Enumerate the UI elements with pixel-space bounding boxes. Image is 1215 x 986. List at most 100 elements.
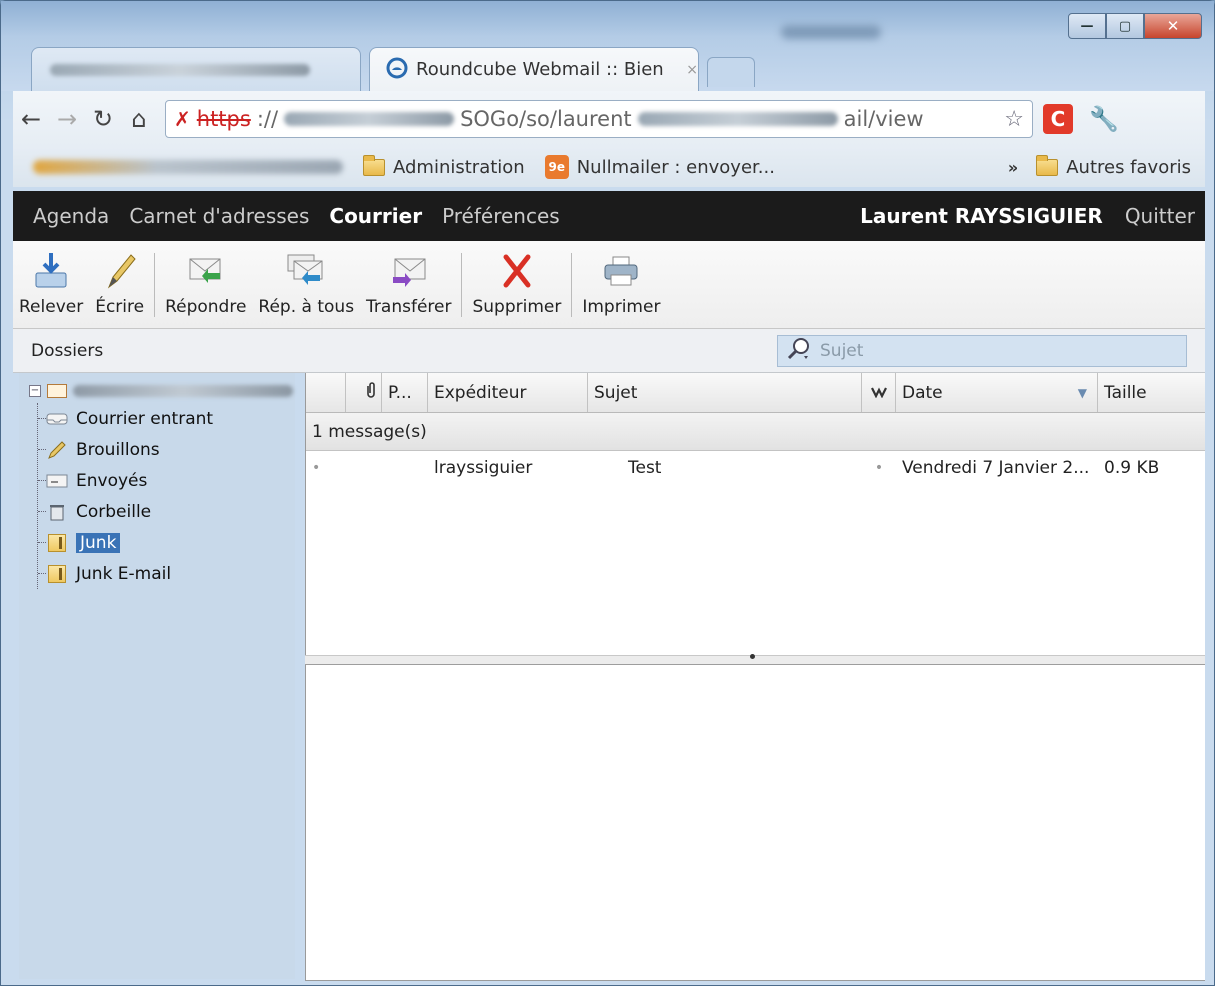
bookmark-other[interactable]: Autres favoris [1036,154,1191,178]
tab-title: Roundcube Webmail :: Bien [416,59,664,80]
reply-button[interactable]: Répondre [159,249,252,317]
tab-blurred[interactable] [31,47,361,91]
col-priority[interactable]: P... [382,373,428,412]
extension-icon[interactable]: C [1043,104,1073,134]
message-row[interactable]: • lrayssiguier Test • Vendredi 7 Janvier… [306,451,1205,485]
col-sender[interactable]: Expéditeur [428,373,588,412]
col-label: Taille [1104,382,1147,403]
thread-icon [870,383,888,403]
nav-mail[interactable]: Courrier [329,204,422,228]
delete-label: Supprimer [472,297,562,317]
address-bar[interactable]: ✗ https:// SOGo/so/laurent ail/view ☆ [165,100,1033,138]
get-mail-icon [31,249,71,293]
url-path: SOGo/so/laurent [460,107,632,131]
splitter-grip-icon[interactable] [750,654,755,659]
nullmailer-icon: 9e [544,155,569,179]
title-bar: Roundcube Webmail :: Bien × — ▢ ✕ [1,1,1214,91]
forward-label: Transférer [366,297,452,317]
folder-sent[interactable]: Envoyés [38,465,293,496]
tab-roundcube[interactable]: Roundcube Webmail :: Bien × [369,47,699,91]
reload-icon[interactable]: ↻ [85,101,121,137]
col-thread[interactable] [862,373,896,412]
folder-list: Courrier entrant Brouillons Envoyés Corb… [37,403,293,589]
blurred-bookmarks [33,160,343,174]
bookmark-label: Administration [393,156,525,178]
row-date: Vendredi 7 Janvier 2... [902,458,1090,478]
insecure-warning-icon: ✗ [174,107,191,131]
bookmark-star-icon[interactable]: ☆ [1004,107,1024,132]
nav-contacts[interactable]: Carnet d'adresses [129,204,309,228]
browser-window: Roundcube Webmail :: Bien × — ▢ ✕ ← → ↻ … [0,0,1215,986]
close-window-icon[interactable]: ✕ [1144,13,1202,39]
nav-agenda[interactable]: Agenda [33,204,109,228]
reply-all-button[interactable]: Rép. à tous [252,249,360,317]
row-sender: lrayssiguier [434,458,533,478]
sent-icon [46,471,68,491]
wrench-icon[interactable]: 🔧 [1089,105,1119,133]
back-arrow-icon[interactable]: ← [13,101,49,137]
toolbar-separator [461,253,463,317]
url-separator: :// [256,107,279,131]
col-size[interactable]: Taille [1098,373,1205,412]
col-date[interactable]: Date ▼ [896,373,1098,412]
quit-link[interactable]: Quitter [1125,204,1195,228]
mailbox-icon [47,384,67,398]
col-label: Expéditeur [434,382,527,403]
forward-icon [389,249,429,293]
col-select[interactable] [306,373,346,412]
print-label: Imprimer [582,297,661,317]
tab-close-icon[interactable]: × [686,62,698,78]
toolbar-separator [154,253,156,317]
folders-label: Dossiers [31,340,104,361]
mail-toolbar: Relever Écrire Répondre Rép. à tous Tran… [13,241,1205,329]
pencil-icon [46,440,68,460]
folder-label: Envoyés [76,470,148,491]
bookmark-label: Nullmailer : envoyer... [576,156,775,178]
search-icon[interactable] [786,336,814,365]
pane-splitter[interactable] [305,654,1205,665]
row-subject: Test [628,458,662,478]
message-list: P... Expéditeur Sujet Date ▼ Taille 1 me… [305,373,1205,655]
junk-folder-icon [46,533,68,553]
folder-drafts[interactable]: Brouillons [38,434,293,465]
reply-label: Répondre [165,297,247,317]
folder-inbox[interactable]: Courrier entrant [38,403,293,434]
mailbox-root[interactable]: − [29,379,293,403]
home-icon[interactable]: ⌂ [121,101,157,137]
search-field[interactable]: Sujet [777,334,1187,367]
col-subject[interactable]: Sujet [588,373,862,412]
thread-dot-icon: • [874,460,884,476]
nav-preferences[interactable]: Préférences [442,204,560,228]
bookmark-administration[interactable]: Administration [363,154,525,178]
bookmark-nullmailer[interactable]: 9e Nullmailer : envoyer... [544,155,775,179]
print-button[interactable]: Imprimer [576,249,666,317]
app-nav: Agenda Carnet d'adresses Courrier Préfér… [13,191,1205,241]
delete-button[interactable]: Supprimer [466,249,567,317]
get-mail-button[interactable]: Relever [13,249,89,317]
blurred-mailbox-name [73,385,293,397]
pencil-icon [100,249,140,293]
row-size: 0.9 KB [1104,458,1160,478]
bookmarks-overflow-icon[interactable]: » [1008,158,1018,177]
folder-junk-email[interactable]: Junk E-mail [38,558,293,589]
maximize-icon[interactable]: ▢ [1106,13,1144,39]
row-status: • [306,451,346,485]
reply-icon [186,249,226,293]
toolbar-separator [571,253,573,317]
minimize-icon[interactable]: — [1068,13,1106,39]
folder-trash[interactable]: Corbeille [38,496,293,527]
col-label: Sujet [594,382,638,403]
col-attachment[interactable] [346,373,382,412]
row-priority [382,451,428,485]
browser-toolbar: ← → ↻ ⌂ ✗ https:// SOGo/so/laurent ail/v… [13,91,1205,147]
folder-icon [1036,154,1059,176]
new-tab-button[interactable] [707,57,755,87]
url-scheme: https [196,107,251,131]
collapse-icon[interactable]: − [29,385,41,397]
sort-desc-icon[interactable]: ▼ [1078,386,1087,400]
folder-junk[interactable]: Junk [38,527,293,558]
forward-arrow-icon[interactable]: → [49,101,85,137]
compose-button[interactable]: Écrire [89,249,150,317]
forward-button[interactable]: Transférer [360,249,457,317]
get-mail-label: Relever [19,297,84,317]
